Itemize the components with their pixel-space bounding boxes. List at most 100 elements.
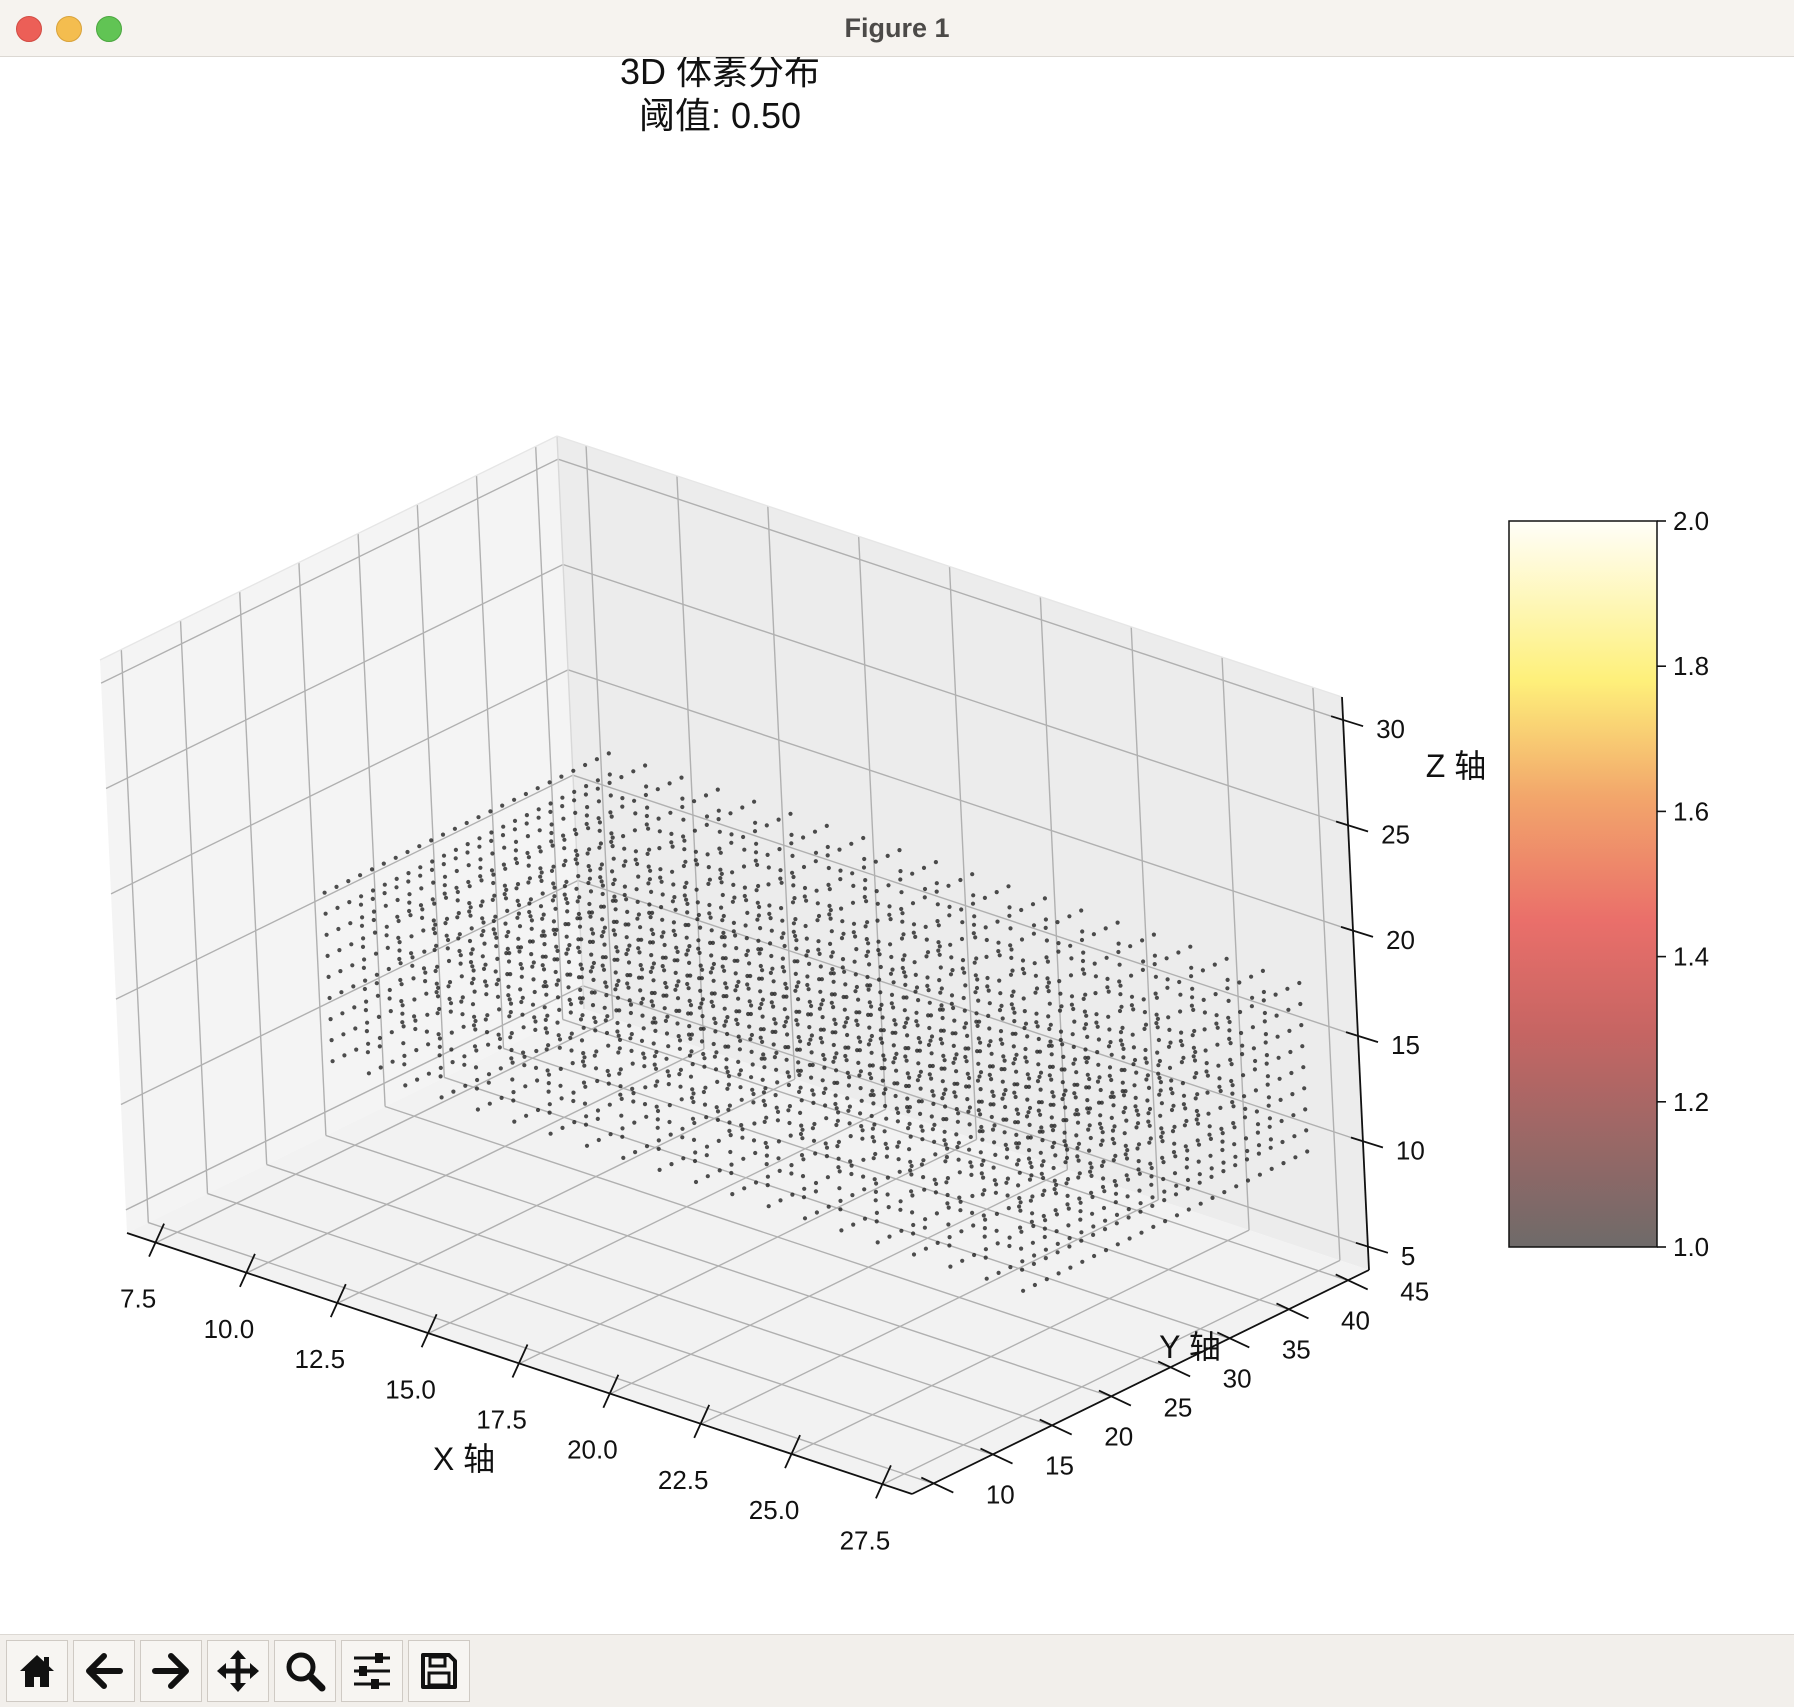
voxel-point [455, 915, 460, 920]
voxel-point [751, 1091, 756, 1097]
voxel-point [933, 1152, 938, 1157]
voxel-point [569, 1031, 574, 1036]
voxel-point [511, 797, 517, 802]
voxel-point [914, 1010, 919, 1015]
voxel-point [1124, 1118, 1129, 1123]
voxel-point [643, 1085, 648, 1090]
voxel-point [1085, 1098, 1090, 1103]
voxel-point [581, 1080, 587, 1085]
voxel-point [443, 895, 449, 900]
voxel-point [640, 1013, 645, 1018]
voxel-point [628, 1036, 633, 1041]
voxel-point [830, 1030, 835, 1035]
voxel-point [996, 1270, 1001, 1275]
voxel-point [943, 1087, 948, 1092]
voxel-point [1233, 1163, 1238, 1168]
voxel-point [498, 1066, 503, 1071]
voxel-point [595, 1116, 600, 1121]
voxel-point [584, 1114, 589, 1119]
voxel-point [1008, 972, 1014, 977]
voxel-point [611, 881, 616, 887]
voxel-point [887, 1234, 892, 1239]
voxel-point [564, 879, 569, 885]
configure-subplots-button[interactable] [341, 1640, 403, 1702]
voxel-point [849, 841, 854, 846]
save-button[interactable] [408, 1640, 470, 1702]
voxel-point [831, 979, 836, 984]
home-button[interactable] [6, 1640, 68, 1702]
voxel-point [1121, 1055, 1126, 1060]
voxel-point [436, 985, 441, 991]
voxel-point [429, 838, 434, 843]
voxel-point [830, 967, 835, 972]
voxel-point [770, 966, 775, 971]
voxel-point [572, 789, 577, 795]
voxel-point [867, 1063, 873, 1068]
voxel-point [546, 1089, 551, 1094]
voxel-point [446, 984, 451, 989]
voxel-point [922, 1225, 928, 1230]
voxel-point [1162, 1198, 1167, 1203]
voxel-point [1045, 959, 1050, 964]
voxel-point [789, 832, 794, 838]
voxel-point [437, 1044, 442, 1049]
voxel-point [409, 934, 414, 939]
voxel-point [469, 926, 474, 931]
voxel-point [338, 969, 343, 974]
voxel-point [669, 1162, 674, 1167]
voxel-point [927, 1072, 932, 1077]
voxel-point [906, 1109, 911, 1114]
voxel-point [1137, 1188, 1142, 1193]
voxel-point [793, 933, 798, 939]
voxel-point [587, 847, 592, 852]
voxel-point [796, 1060, 801, 1065]
voxel-point [1025, 1135, 1031, 1140]
voxel-point [1105, 976, 1110, 982]
voxel-point [1003, 1088, 1008, 1093]
voxel-point [1016, 1158, 1021, 1163]
pan-button[interactable] [207, 1640, 269, 1702]
voxel-point [877, 952, 882, 957]
voxel-point [647, 847, 652, 852]
voxel-point [836, 1156, 841, 1161]
voxel-point [524, 821, 529, 826]
voxel-point [1149, 1174, 1154, 1179]
voxel-point [905, 1033, 910, 1038]
voxel-point [1217, 1084, 1222, 1089]
voxel-point [855, 1022, 860, 1027]
voxel-point [896, 1110, 901, 1115]
voxel-point [1092, 961, 1097, 966]
voxel-point [864, 937, 869, 942]
voxel-point [818, 1036, 823, 1041]
voxel-point [831, 1005, 836, 1010]
voxel-point [806, 987, 811, 992]
voxel-point [602, 925, 608, 930]
voxel-point [900, 957, 906, 962]
voxel-point [936, 948, 941, 953]
voxel-point [707, 877, 713, 882]
figure-canvas[interactable]: 3D 体素分布 阈值: 0.50 7.510.012.515.017.520.0… [0, 57, 1794, 1633]
voxel-point [1121, 1093, 1127, 1098]
voxel-point [1176, 950, 1181, 955]
voxel-point [551, 864, 556, 869]
voxel-point [737, 1072, 742, 1077]
voxel-point [778, 1198, 783, 1203]
voxel-point [765, 1183, 770, 1188]
voxel-point [776, 1156, 781, 1161]
voxel-point [937, 952, 942, 957]
voxel-point [831, 1042, 836, 1048]
voxel-point [541, 912, 546, 917]
forward-button[interactable] [140, 1640, 202, 1702]
zoom-button[interactable] [274, 1640, 336, 1702]
voxel-point [1168, 1040, 1173, 1045]
voxel-point [791, 874, 796, 880]
voxel-point [678, 1067, 684, 1072]
voxel-point [918, 1086, 923, 1091]
voxel-point [960, 958, 966, 963]
voxel-point [700, 997, 706, 1002]
voxel-point [516, 936, 521, 941]
back-button[interactable] [73, 1640, 135, 1702]
voxel-point [1027, 1177, 1033, 1182]
voxel-point [964, 1059, 969, 1064]
voxel-point [1097, 1075, 1102, 1080]
